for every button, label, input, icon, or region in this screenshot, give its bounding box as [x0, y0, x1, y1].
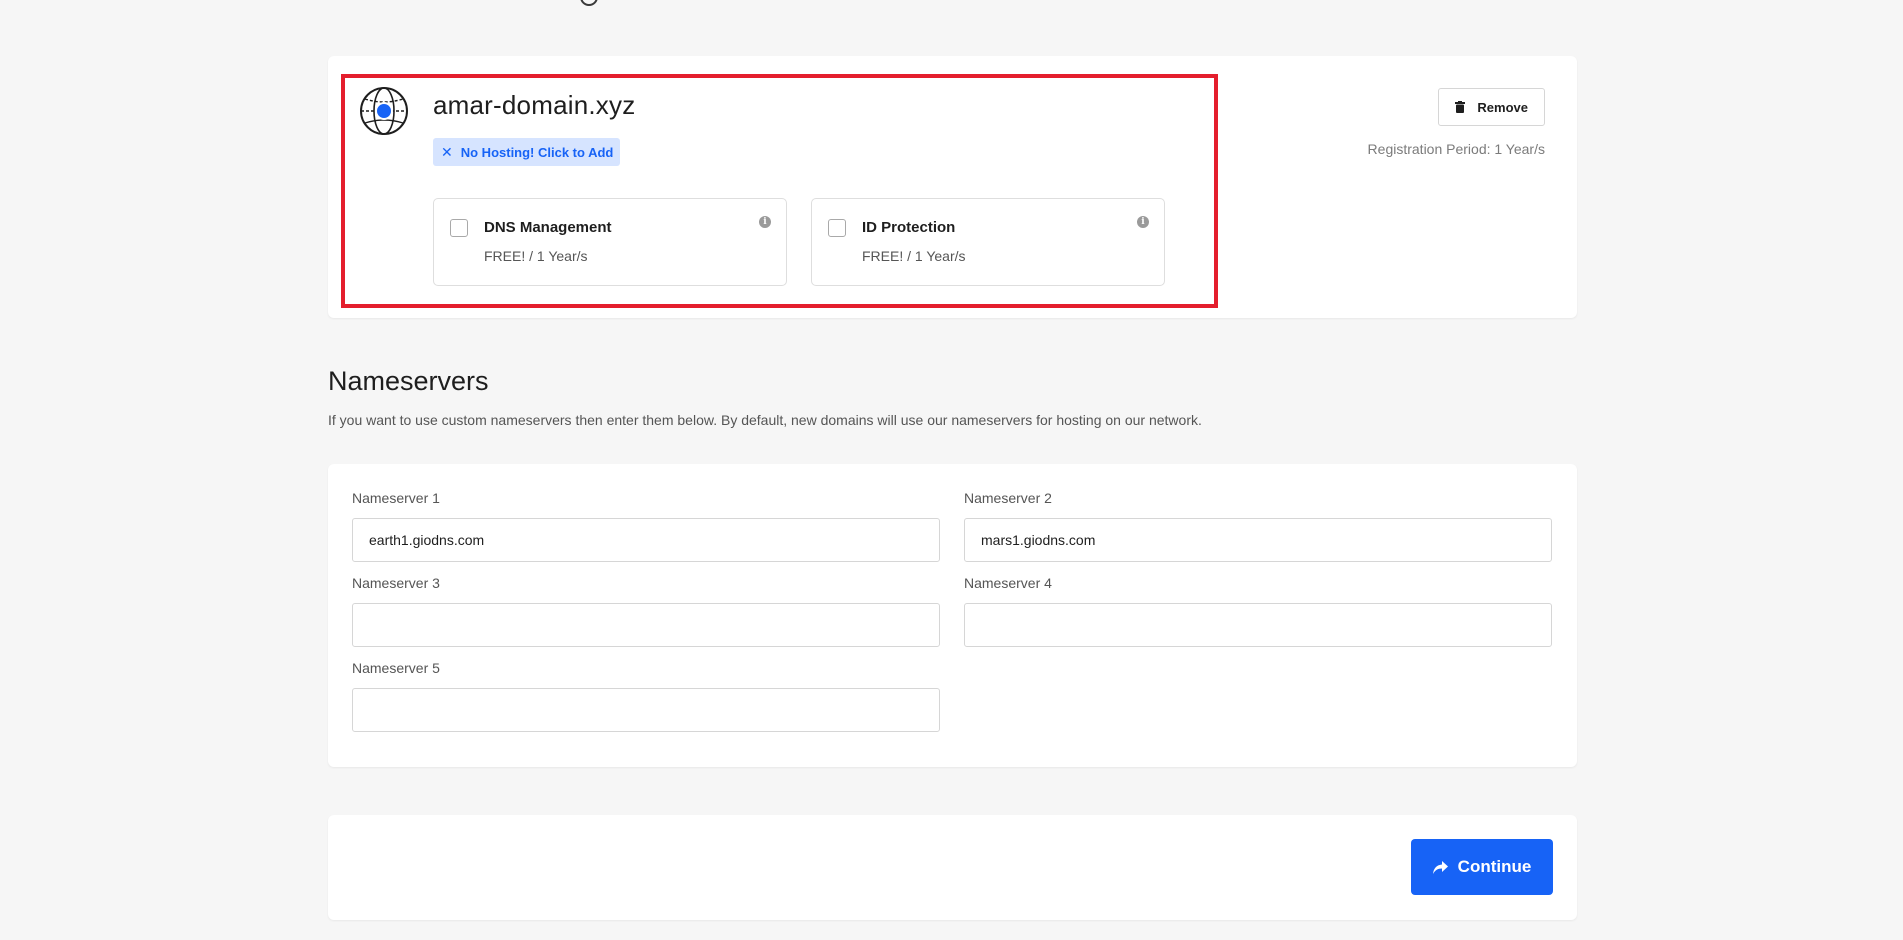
page: amar-domain.xyz ✕ No Hosting! Click to A…	[0, 0, 1903, 940]
nameserver-1-label: Nameserver 1	[352, 490, 440, 506]
nameserver-4-label: Nameserver 4	[964, 575, 1052, 591]
addon-dns-management[interactable]: DNS Management FREE! / 1 Year/s i	[433, 198, 787, 286]
info-icon[interactable]: i	[759, 216, 771, 228]
remove-label: Remove	[1477, 99, 1528, 115]
hosting-badge-label: No Hosting! Click to Add	[460, 144, 614, 160]
trash-icon	[1455, 101, 1466, 113]
addon-price: FREE! / 1 Year/s	[484, 248, 588, 264]
add-hosting-badge[interactable]: ✕ No Hosting! Click to Add	[433, 138, 621, 166]
nameservers-description: If you want to use custom nameservers th…	[328, 412, 1202, 428]
nameserver-5-label: Nameserver 5	[352, 660, 440, 676]
dns-management-checkbox[interactable]	[450, 219, 468, 237]
registration-period: Registration Period: 1 Year/s	[1367, 141, 1545, 157]
x-icon: ✕	[441, 143, 453, 160]
addon-title: ID Protection	[862, 219, 956, 236]
nameservers-card: Nameserver 1 Nameserver 2 Nameserver 3 N…	[328, 464, 1577, 767]
nameserver-5-input[interactable]	[352, 688, 940, 732]
domain-card: amar-domain.xyz ✕ No Hosting! Click to A…	[328, 56, 1577, 318]
addon-title: DNS Management	[484, 219, 612, 236]
info-icon[interactable]: i	[1137, 216, 1149, 228]
nameserver-3-input[interactable]	[352, 603, 940, 647]
nameserver-2-label: Nameserver 2	[964, 490, 1052, 506]
domain-name: amar-domain.xyz	[433, 90, 636, 120]
continue-card: Continue	[328, 815, 1577, 920]
nameserver-1-input[interactable]	[352, 518, 940, 562]
nameserver-3-label: Nameserver 3	[352, 575, 440, 591]
nameservers-title: Nameservers	[328, 366, 489, 396]
share-arrow-icon	[1432, 860, 1448, 874]
continue-label: Continue	[1457, 857, 1532, 876]
id-protection-checkbox[interactable]	[828, 219, 846, 237]
globe-icon	[360, 87, 408, 135]
remove-button[interactable]: Remove	[1438, 88, 1545, 126]
nameserver-4-input[interactable]	[964, 603, 1552, 647]
nameserver-2-input[interactable]	[964, 518, 1552, 562]
addon-price: FREE! / 1 Year/s	[862, 248, 966, 264]
addon-id-protection[interactable]: ID Protection FREE! / 1 Year/s i	[811, 198, 1165, 286]
heading-fragment	[580, 0, 606, 6]
continue-button[interactable]: Continue	[1411, 839, 1553, 895]
